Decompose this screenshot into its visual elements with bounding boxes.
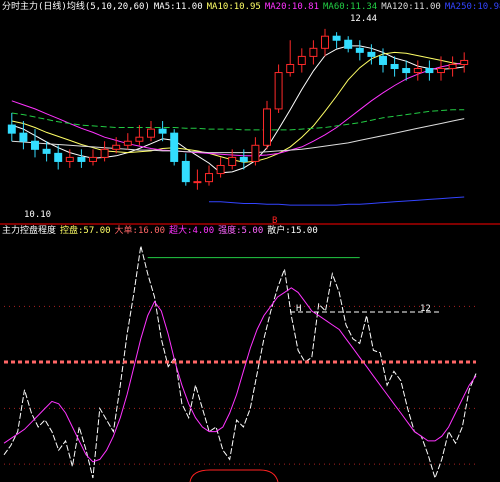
indicator-header-item-3: 超大:4.00: [169, 226, 215, 236]
candle-body: [19, 132, 28, 142]
candle-body: [135, 136, 144, 142]
candle-body: [390, 63, 399, 70]
candle-body: [123, 140, 132, 146]
indicator-header-item-2: 大单:16.00: [114, 226, 166, 236]
price-header-item-1: MA5:11.00: [153, 2, 203, 12]
candle-body: [437, 68, 445, 74]
price-header-item-5: MA120:11.00: [381, 2, 441, 12]
candle-body: [89, 156, 97, 162]
candle-body: [42, 148, 51, 154]
indicator-header-item-4: 强度:5.00: [218, 226, 264, 236]
candle-body: [112, 144, 121, 150]
indicator-panel-header: 主力控盘程度 控盘:57.00 大单:16.00 超大:4.00 强度:5.00 散户:1…: [2, 226, 322, 237]
candle-body: [170, 132, 179, 162]
candle-body: [100, 148, 109, 158]
candle-body: [274, 72, 283, 110]
indicator-header-item-0: 主力控盘程度: [2, 226, 57, 236]
candle-body: [402, 68, 411, 74]
candle-body: [205, 173, 213, 183]
candle-body: [228, 156, 237, 166]
price-header-item-0: 分时主力(日线)均线(5,10,20,60): [2, 2, 150, 12]
candle-body: [65, 156, 74, 162]
candle-body: [297, 55, 306, 65]
candle-body: [321, 35, 329, 49]
candle-body: [147, 128, 155, 138]
candle-body: [355, 47, 364, 53]
candle-body: [379, 55, 387, 65]
candle-body: [309, 47, 318, 57]
candle-body: [460, 59, 469, 65]
candle-body: [31, 140, 39, 150]
candle-body: [7, 124, 16, 134]
candle-body: [344, 39, 353, 49]
candle-body: [54, 152, 63, 162]
candle-body: [286, 63, 295, 74]
price-header-item-4: MA60:11.34: [323, 2, 378, 12]
indicator-header-item-1: 控盘:57.00: [60, 226, 111, 236]
indicator-header-item-5: 散户:15.00: [267, 226, 318, 236]
candle-body: [413, 68, 422, 74]
candle-body: [263, 108, 271, 146]
candle-body: [158, 128, 167, 134]
low-price-label: 10.10: [24, 210, 52, 220]
candle-body: [193, 181, 202, 184]
candle-body: [77, 156, 86, 162]
candle-body: [251, 144, 260, 162]
candle-body: [181, 160, 190, 183]
price-header-item-3: MA20:10.81: [264, 2, 320, 12]
chart-background: [0, 0, 500, 482]
high-price-label: 12.44: [350, 14, 378, 24]
buy-marker: B: [272, 216, 278, 226]
price-header-item-2: MA10:10.95: [206, 2, 261, 12]
candle-body: [448, 63, 457, 70]
candle-body: [216, 164, 225, 175]
marker-12: 12: [420, 304, 431, 314]
candle-body: [332, 35, 341, 41]
chart-canvas: [0, 0, 500, 482]
price-header-item-6: MA250:10.98: [444, 2, 500, 12]
candle-body: [425, 68, 434, 74]
candle-body: [239, 156, 248, 162]
price-panel-header: 分时主力(日线)均线(5,10,20,60) MA5:11.00 MA10:10.9…: [2, 2, 500, 13]
marker-h: H: [296, 304, 302, 314]
candle-body: [367, 51, 376, 57]
